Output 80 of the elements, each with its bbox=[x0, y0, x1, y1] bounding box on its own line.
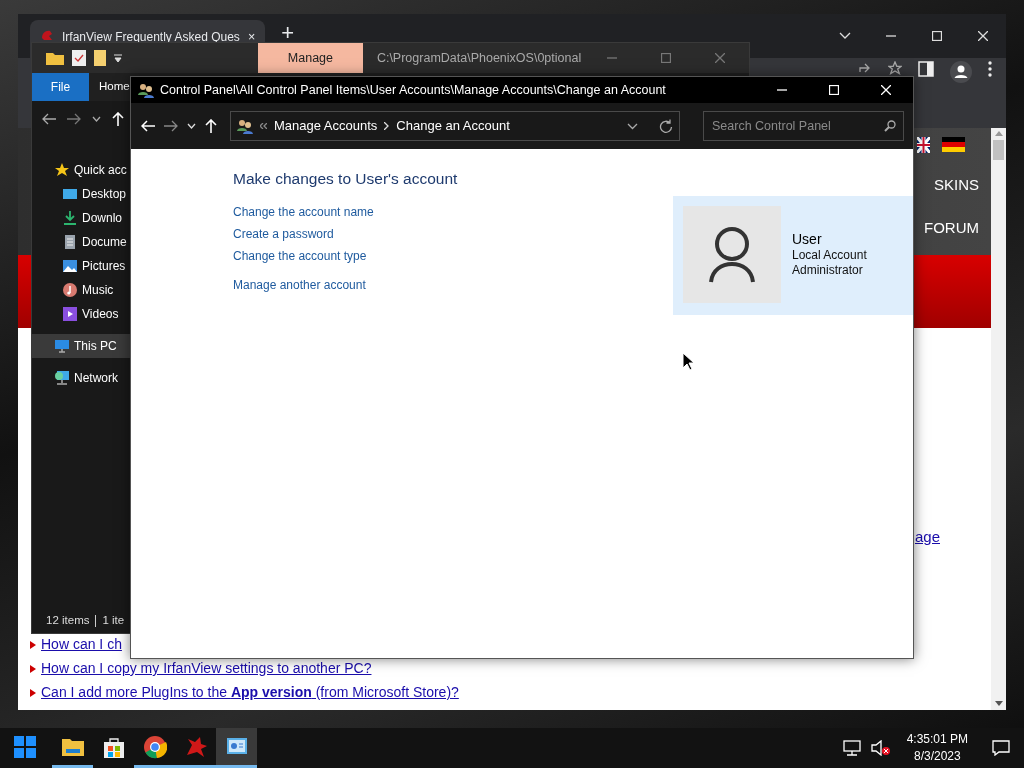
network-icon[interactable] bbox=[842, 740, 861, 756]
flag-icon[interactable] bbox=[942, 137, 965, 152]
folder-icon[interactable] bbox=[46, 51, 64, 65]
forward-icon[interactable] bbox=[67, 112, 81, 125]
chevron-down-icon[interactable] bbox=[92, 115, 101, 122]
search-field[interactable]: Search Control Panel bbox=[703, 111, 904, 141]
new-tab-button[interactable]: + bbox=[275, 20, 301, 46]
file-tab[interactable]: File bbox=[32, 73, 89, 101]
flag-icon[interactable] bbox=[917, 137, 930, 153]
window-title: C:\ProgramData\PhoenixOS\0ptional bbox=[376, 49, 582, 67]
network-icon bbox=[54, 370, 70, 386]
sidebar-item[interactable]: Downlo bbox=[32, 206, 131, 230]
tab-title: IrfanView Frequently Asked Ques bbox=[62, 29, 240, 46]
account-name: User bbox=[792, 231, 823, 248]
task-link[interactable]: Create a password bbox=[233, 222, 573, 245]
taskbar-app[interactable] bbox=[216, 728, 257, 768]
sidebar-item[interactable]: Quick acc bbox=[32, 158, 131, 182]
properties-icon[interactable] bbox=[72, 50, 86, 66]
windows-logo-icon bbox=[13, 734, 37, 759]
star-icon[interactable] bbox=[888, 61, 902, 75]
task-link[interactable]: Change the account name bbox=[233, 200, 573, 223]
profile-icon[interactable] bbox=[950, 61, 972, 83]
sidebar-item[interactable]: Videos bbox=[32, 302, 131, 326]
section-heading: Make changes to User's account bbox=[233, 170, 459, 189]
music-icon bbox=[62, 282, 78, 298]
sidebar-item[interactable]: Desktop bbox=[32, 182, 131, 206]
faq-link[interactable]: How can I copy my IrfanView settings to another PC? bbox=[41, 660, 372, 677]
task-link[interactable]: Manage another account bbox=[233, 273, 573, 296]
home-tab[interactable]: Home bbox=[99, 73, 130, 101]
bullet-icon bbox=[30, 640, 36, 649]
refresh-icon[interactable] bbox=[659, 119, 673, 133]
chevron-double-left-icon bbox=[260, 123, 267, 129]
download-icon bbox=[62, 210, 78, 226]
account-detail: Local Account bbox=[792, 248, 867, 263]
forward-icon[interactable] bbox=[164, 120, 178, 132]
dropdown-icon[interactable] bbox=[627, 122, 638, 130]
chrome-icon bbox=[142, 734, 167, 759]
user-icon bbox=[709, 225, 755, 284]
users-icon bbox=[138, 82, 154, 98]
account-detail: Administrator bbox=[792, 263, 864, 278]
users-icon bbox=[237, 118, 253, 134]
back-icon[interactable] bbox=[42, 112, 56, 125]
page-link[interactable]: age bbox=[914, 526, 940, 549]
breadcrumb-item[interactable]: Change an Account bbox=[396, 116, 510, 136]
scroll-down-icon[interactable] bbox=[994, 701, 1003, 706]
side-panel-icon[interactable] bbox=[918, 61, 934, 77]
task-link[interactable]: Change the account type bbox=[233, 244, 573, 267]
document-icon bbox=[62, 234, 78, 250]
clock-date: 8/3/2023 bbox=[912, 748, 962, 765]
up-icon[interactable] bbox=[112, 111, 124, 126]
menu-icon[interactable] bbox=[988, 61, 992, 77]
chevron-right-icon bbox=[384, 122, 390, 130]
computer-icon bbox=[54, 338, 70, 354]
breadcrumb-item[interactable]: Manage Accounts bbox=[274, 116, 378, 136]
faq-link[interactable]: Can I add more PlugIns to the App version (from Microsoft Store)? bbox=[41, 684, 459, 701]
faq-link[interactable]: How can I ch bbox=[41, 636, 122, 653]
ribbon-tab[interactable]: Manage bbox=[258, 43, 363, 73]
nav-link[interactable]: FORUM bbox=[924, 220, 979, 235]
search-icon[interactable] bbox=[884, 120, 896, 132]
up-icon[interactable] bbox=[205, 119, 217, 133]
scrollbar-thumb[interactable] bbox=[993, 140, 1004, 160]
bullet-icon bbox=[30, 688, 36, 697]
nav-link[interactable]: SKINS bbox=[934, 177, 979, 192]
picture-icon bbox=[62, 258, 78, 274]
mouse-cursor-icon bbox=[682, 352, 694, 370]
address-bar[interactable]: Manage Accounts Change an Account bbox=[230, 111, 680, 141]
clock-time: 4:35:01 PM bbox=[906, 731, 968, 748]
speaker-muted-icon[interactable] bbox=[870, 740, 891, 756]
monitor-icon bbox=[62, 186, 78, 202]
video-icon bbox=[62, 306, 78, 322]
sidebar-item[interactable]: Music bbox=[32, 278, 131, 302]
star-icon bbox=[54, 162, 70, 178]
sidebar-item[interactable]: This PC bbox=[32, 334, 131, 358]
bullet-icon bbox=[30, 664, 36, 673]
notification-icon[interactable] bbox=[992, 740, 1010, 756]
status-text: 12 items bbox=[46, 613, 90, 629]
window-title: Control Panel\All Control Panel Items\User Accounts\Manage Accounts\Change an Account bbox=[160, 81, 667, 99]
status-text: 1 ite bbox=[102, 613, 125, 629]
scrollbar[interactable] bbox=[991, 128, 1006, 710]
share-icon[interactable] bbox=[858, 61, 872, 73]
